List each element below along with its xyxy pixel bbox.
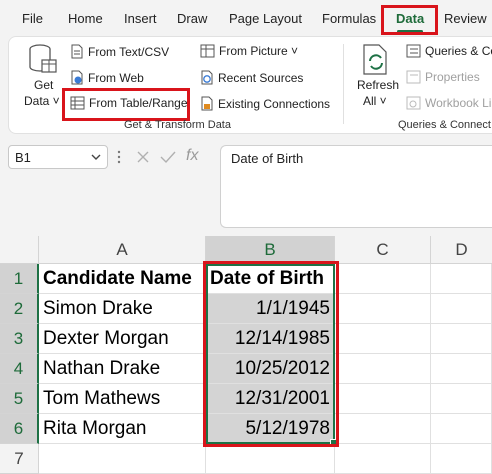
existing-connections-icon xyxy=(201,96,213,111)
row-header-7[interactable]: 7 xyxy=(0,444,39,474)
workbook-links-label: Workbook Li xyxy=(425,96,492,110)
data-tab-highlight xyxy=(381,5,438,35)
cell-d5[interactable] xyxy=(431,384,492,414)
queries-icon xyxy=(406,44,421,58)
queries-connections-button[interactable]: Queries & Co xyxy=(406,44,492,58)
existing-connections-button[interactable]: Existing Connections xyxy=(200,96,330,111)
cell-c7[interactable] xyxy=(335,444,431,474)
row-header-4[interactable]: 4 xyxy=(0,354,39,384)
cell-d2[interactable] xyxy=(431,294,492,324)
cell-a3[interactable]: Dexter Morgan xyxy=(39,324,206,354)
existing-connections-label: Existing Connections xyxy=(218,96,331,111)
recent-sources-icon xyxy=(201,70,213,85)
properties-button[interactable]: Properties xyxy=(406,70,480,84)
cell-b7[interactable] xyxy=(206,444,335,474)
from-text-csv-label: From Text/CSV xyxy=(88,44,170,59)
cell-a4[interactable]: Nathan Drake xyxy=(39,354,206,384)
text-file-icon xyxy=(71,44,83,59)
workbook-links-icon xyxy=(406,96,421,110)
row-header-1[interactable]: 1 xyxy=(0,264,39,294)
name-box-value: B1 xyxy=(15,150,31,165)
get-transform-group-label: Get & Transform Data xyxy=(124,119,231,131)
get-data-label-1: Get xyxy=(34,78,54,92)
from-web-label: From Web xyxy=(88,70,144,85)
database-icon xyxy=(29,44,57,73)
queries-connections-label: Queries & Co xyxy=(425,44,492,58)
cell-c1[interactable] xyxy=(335,264,431,294)
row-header-3[interactable]: 3 xyxy=(0,324,39,354)
date-column-highlight xyxy=(203,261,339,447)
insert-function-icon[interactable]: fx xyxy=(186,147,198,165)
cell-a5[interactable]: Tom Mathews xyxy=(39,384,206,414)
column-header-b[interactable]: B xyxy=(206,236,335,264)
from-text-csv-button[interactable]: From Text/CSV xyxy=(70,44,169,59)
tab-formulas[interactable]: Formulas xyxy=(322,11,376,26)
column-header-d[interactable]: D xyxy=(431,236,492,264)
cell-d3[interactable] xyxy=(431,324,492,354)
tab-home[interactable]: Home xyxy=(68,11,103,26)
chevron-down-icon[interactable] xyxy=(91,154,101,162)
recent-sources-label: Recent Sources xyxy=(218,70,304,85)
tab-draw[interactable]: Draw xyxy=(177,11,207,26)
tab-insert[interactable]: Insert xyxy=(124,11,157,26)
web-icon xyxy=(71,70,83,85)
name-box[interactable]: B1 xyxy=(8,145,108,169)
cancel-icon[interactable] xyxy=(136,150,150,164)
from-picture-label: From Picture ˅ xyxy=(219,44,299,58)
select-all-corner[interactable] xyxy=(0,236,39,264)
cell-a6[interactable]: Rita Morgan xyxy=(39,414,206,444)
properties-icon xyxy=(406,70,421,84)
recent-sources-button[interactable]: Recent Sources xyxy=(200,70,303,85)
cell-a7[interactable] xyxy=(39,444,206,474)
formula-value: Date of Birth xyxy=(231,151,304,166)
column-header-c[interactable]: C xyxy=(335,236,431,264)
properties-label: Properties xyxy=(425,70,480,84)
cell-c4[interactable] xyxy=(335,354,431,384)
tab-review[interactable]: Review xyxy=(444,11,487,26)
group-separator xyxy=(343,44,344,124)
refresh-all-button[interactable]: Refresh All ˅ xyxy=(353,42,399,116)
cell-a2[interactable]: Simon Drake xyxy=(39,294,206,324)
cell-d1[interactable] xyxy=(431,264,492,294)
from-table-range-highlight xyxy=(62,88,190,121)
more-options-icon[interactable] xyxy=(117,150,121,164)
row-header-6[interactable]: 6 xyxy=(0,414,39,444)
get-data-label-2: Data ˅ xyxy=(24,94,60,108)
cell-c3[interactable] xyxy=(335,324,431,354)
from-web-button[interactable]: From Web xyxy=(70,70,144,85)
cell-c2[interactable] xyxy=(335,294,431,324)
cell-a1[interactable]: Candidate Name xyxy=(39,264,206,294)
cell-c6[interactable] xyxy=(335,414,431,444)
refresh-label-2: All ˅ xyxy=(363,94,387,108)
tab-page-layout[interactable]: Page Layout xyxy=(229,11,302,26)
cell-d7[interactable] xyxy=(431,444,492,474)
queries-group-label: Queries & Connect xyxy=(398,119,491,131)
picture-table-icon xyxy=(200,44,215,58)
formula-input[interactable]: Date of Birth xyxy=(220,145,492,228)
row-header-2[interactable]: 2 xyxy=(0,294,39,324)
workbook-links-button[interactable]: Workbook Li xyxy=(406,96,491,110)
refresh-label-1: Refresh xyxy=(357,78,400,92)
row-header-5[interactable]: 5 xyxy=(0,384,39,414)
cell-d4[interactable] xyxy=(431,354,492,384)
cell-c5[interactable] xyxy=(335,384,431,414)
cell-d6[interactable] xyxy=(431,414,492,444)
enter-icon[interactable] xyxy=(160,150,176,164)
get-data-button[interactable]: Get Data ˅ xyxy=(18,42,64,116)
from-picture-button[interactable]: From Picture ˅ xyxy=(200,44,298,58)
column-header-a[interactable]: A xyxy=(39,236,206,264)
tab-file[interactable]: File xyxy=(22,11,43,26)
refresh-icon xyxy=(363,44,387,75)
